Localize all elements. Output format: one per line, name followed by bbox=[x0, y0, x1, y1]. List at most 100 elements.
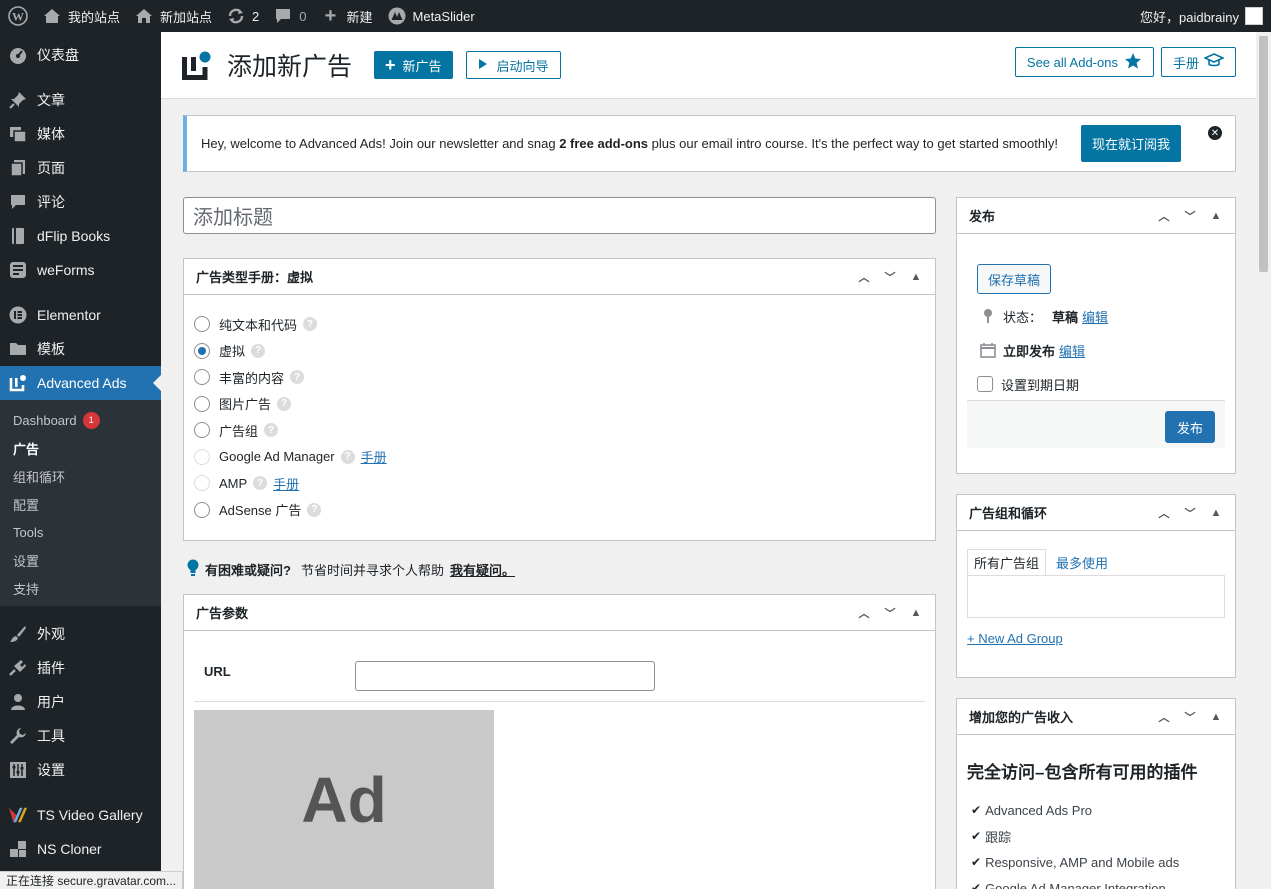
new-ad-button[interactable]: + 新广告 bbox=[374, 51, 453, 79]
chevron-down-icon[interactable]: ﹀ bbox=[1177, 505, 1203, 521]
new-content-menu[interactable]: + 新建 bbox=[314, 0, 380, 32]
triangle-up-icon[interactable]: ▲ bbox=[1203, 507, 1229, 519]
addons-label: See all Add-ons bbox=[1026, 54, 1118, 70]
checkmark-icon: ✔ bbox=[971, 881, 982, 889]
triangle-up-icon[interactable]: ▲ bbox=[903, 271, 929, 283]
sidebar-item-ts-video-gallery[interactable]: TS Video Gallery bbox=[0, 798, 161, 832]
option-label: AdSense 广告 bbox=[219, 503, 302, 519]
sidebar-item-pages[interactable]: 页面 bbox=[0, 151, 161, 185]
help-icon[interactable]: ? bbox=[307, 502, 322, 517]
ad-type-option-adsense[interactable]: AdSense 广告? bbox=[184, 497, 935, 524]
new-ad-group-link[interactable]: + New Ad Group bbox=[967, 631, 1063, 646]
chevron-up-icon[interactable]: ︿ bbox=[1151, 208, 1177, 224]
chevron-down-icon[interactable]: ﹀ bbox=[1177, 208, 1203, 224]
comments-menu[interactable]: 0 bbox=[266, 0, 313, 32]
ad-type-option-image[interactable]: 图片广告? bbox=[184, 391, 935, 418]
radio-button[interactable] bbox=[194, 342, 210, 359]
sidebar-item-posts[interactable]: 文章 bbox=[0, 83, 161, 117]
chevron-up-icon[interactable]: ︿ bbox=[1151, 709, 1177, 725]
sidebar-item-label: 评论 bbox=[37, 194, 65, 210]
chevron-down-icon[interactable]: ﹀ bbox=[877, 605, 903, 621]
ad-type-option-group[interactable]: 广告组? bbox=[184, 417, 935, 444]
submenu-item-groups[interactable]: 组和循环 bbox=[0, 462, 161, 490]
url-input[interactable] bbox=[355, 661, 655, 691]
sidebar-item-media[interactable]: 媒体 bbox=[0, 117, 161, 151]
help-icon[interactable]: ? bbox=[264, 423, 279, 438]
save-draft-button[interactable]: 保存草稿 bbox=[977, 264, 1052, 294]
publish-button[interactable]: 发布 bbox=[1164, 411, 1215, 443]
sidebar-item-weforms[interactable]: weForms bbox=[0, 253, 161, 287]
sidebar-item-users[interactable]: 用户 bbox=[0, 685, 161, 719]
manual-link[interactable]: 手册 bbox=[361, 447, 387, 466]
feature-label: Responsive, AMP and Mobile ads bbox=[985, 854, 1180, 870]
submenu-item-settings[interactable]: 设置 bbox=[0, 546, 161, 574]
triangle-up-icon[interactable]: ▲ bbox=[1203, 711, 1229, 723]
sidebar-item-comments[interactable]: 评论 bbox=[0, 185, 161, 219]
sidebar-item-advanced-ads[interactable]: Advanced Ads bbox=[0, 366, 161, 400]
sidebar-item-ns-cloner[interactable]: NS Cloner bbox=[0, 832, 161, 866]
edit-date-link[interactable]: 编辑 bbox=[1059, 341, 1085, 360]
wordpress-logo-button[interactable]: W bbox=[0, 0, 35, 32]
sidebar-item-templates[interactable]: 模板 bbox=[0, 332, 161, 366]
help-icon[interactable]: ? bbox=[251, 343, 266, 358]
my-site-menu[interactable]: 我的站点 bbox=[35, 0, 127, 32]
radio-button[interactable] bbox=[194, 395, 210, 412]
updates-menu[interactable]: 2 bbox=[219, 0, 266, 32]
feature-label: 跟踪 bbox=[985, 829, 1012, 845]
submenu-item-placements[interactable]: 配置 bbox=[0, 490, 161, 518]
radio-button[interactable] bbox=[194, 369, 210, 386]
submenu-item-ads[interactable]: 广告 bbox=[0, 434, 161, 462]
sidebar-item-dflip[interactable]: dFlip Books bbox=[0, 219, 161, 253]
avatar[interactable] bbox=[1245, 7, 1263, 25]
submenu-item-tools[interactable]: Tools bbox=[0, 518, 161, 546]
help-icon[interactable]: ? bbox=[340, 449, 355, 464]
scrollbar-thumb[interactable] bbox=[1259, 36, 1268, 272]
plugin-icon bbox=[8, 658, 28, 678]
radio-button[interactable] bbox=[194, 501, 210, 518]
sidebar-item-elementor[interactable]: Elementor bbox=[0, 298, 161, 332]
sidebar-item-plugins[interactable]: 插件 bbox=[0, 651, 161, 685]
sidebar-item-tools[interactable]: 工具 bbox=[0, 719, 161, 753]
expiry-checkbox[interactable] bbox=[977, 376, 993, 392]
expiry-row[interactable]: 设置到期日期 bbox=[957, 367, 1235, 401]
sidebar-item-label: 页面 bbox=[37, 160, 65, 176]
sidebar-item-label: NS Cloner bbox=[37, 841, 102, 857]
help-icon[interactable]: ? bbox=[290, 370, 305, 385]
subscribe-button[interactable]: 现在就订阅我 bbox=[1081, 125, 1182, 162]
account-greeting[interactable]: 您好，paidbrainy bbox=[1140, 7, 1239, 26]
triangle-up-icon[interactable]: ▲ bbox=[903, 607, 929, 619]
ad-type-option-dummy[interactable]: 虚拟? bbox=[184, 338, 935, 365]
help-icon[interactable]: ? bbox=[303, 317, 318, 332]
chevron-down-icon[interactable]: ﹀ bbox=[1177, 709, 1203, 725]
sidebar-item-dashboard[interactable]: 仪表盘 bbox=[0, 38, 161, 72]
sidebar-item-settings[interactable]: 设置 bbox=[0, 753, 161, 787]
help-icon[interactable]: ? bbox=[277, 396, 292, 411]
tab-all-groups[interactable]: 所有广告组 bbox=[967, 549, 1047, 575]
metaslider-menu[interactable]: MetaSlider bbox=[380, 0, 482, 32]
help-icon[interactable]: ? bbox=[253, 476, 268, 491]
edit-status-link[interactable]: 编辑 bbox=[1082, 307, 1108, 326]
sidebar-item-appearance[interactable]: 外观 bbox=[0, 617, 161, 651]
triangle-up-icon[interactable]: ▲ bbox=[1203, 210, 1229, 222]
see-all-addons-button[interactable]: See all Add-ons bbox=[1014, 47, 1154, 77]
new-site-menu[interactable]: 新加站点 bbox=[127, 0, 219, 32]
manual-button[interactable]: 手册 bbox=[1160, 47, 1236, 77]
radio-button[interactable] bbox=[194, 316, 210, 333]
ad-type-option-plain[interactable]: 纯文本和代码? bbox=[184, 311, 935, 338]
chevron-down-icon[interactable]: ﹀ bbox=[877, 269, 903, 285]
ad-title-input[interactable]: 添加标题 bbox=[183, 197, 936, 234]
tab-most-used[interactable]: 最多使用 bbox=[1046, 549, 1114, 575]
submenu-item-dashboard[interactable]: Dashboard 1 bbox=[0, 406, 161, 434]
chevron-up-icon[interactable]: ︿ bbox=[851, 605, 877, 621]
submenu-item-support[interactable]: 支持 bbox=[0, 574, 161, 602]
start-wizard-button[interactable]: 启动向导 bbox=[465, 51, 561, 79]
radio-button[interactable] bbox=[194, 422, 210, 439]
chevron-up-icon[interactable]: ︿ bbox=[1151, 505, 1177, 521]
ad-type-option-rich[interactable]: 丰富的内容? bbox=[184, 364, 935, 391]
close-icon[interactable]: ✕ bbox=[1208, 126, 1222, 140]
page-scrollbar[interactable] bbox=[1256, 32, 1271, 889]
manual-link[interactable]: 手册 bbox=[273, 474, 299, 493]
chevron-up-icon[interactable]: ︿ bbox=[851, 269, 877, 285]
question-link[interactable]: 我有疑问。 bbox=[450, 560, 515, 579]
sidebar-item-label: 文章 bbox=[37, 92, 65, 108]
